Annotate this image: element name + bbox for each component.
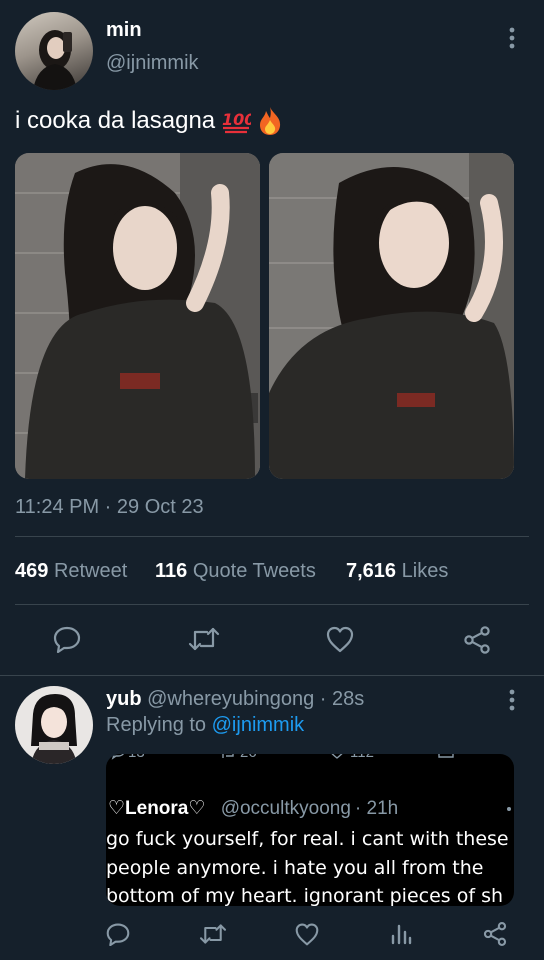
replying-to-handle[interactable]: @ijnimmik [212,714,305,736]
tweet-photo-1[interactable] [15,153,260,479]
reply-header: yub @whereyubingong · 28s [106,688,364,711]
embed-retweet-count: 26 [240,754,257,761]
quotes-stat[interactable]: 116 Quote Tweets [155,560,316,583]
replying-to-label: Replying to [106,714,207,736]
embed-dot-icon [507,807,511,811]
likes-count: 7,616 [346,560,397,582]
reply-action-share-icon[interactable] [481,920,509,948]
embed-like-icon [331,754,343,759]
likes-label: Likes [401,560,449,582]
reply-embedded-image[interactable]: 13 26 112 ♡Lenora♡ @occultkyoong· 21h go… [106,754,514,906]
embed-cutoff-row: 13 26 112 [106,754,514,766]
author-avatar[interactable] [15,12,93,90]
tweet-text: i cooka da lasagna 100 [15,106,283,136]
author-handle[interactable]: @ijnimmik [106,52,199,75]
share-icon[interactable] [460,624,494,656]
fire-emoji [257,106,283,136]
retweets-count: 469 [15,560,49,582]
reply-time: · 28s [319,688,365,710]
retweets-label: Retweet [53,560,128,582]
tweet-photo-2[interactable] [269,153,514,479]
divider [0,675,544,676]
reply-author-avatar[interactable] [15,686,93,764]
embed-reply-count: 13 [128,754,145,761]
tweet-text-body: i cooka da lasagna [15,107,216,134]
reply-author-name[interactable]: yub [106,688,142,710]
retweet-icon[interactable] [186,624,222,654]
svg-text:100: 100 [222,110,251,129]
embed-author-name: ♡Lenora♡ [108,798,206,819]
reply-action-like-icon[interactable] [293,920,321,948]
embed-time: · 21h [354,798,399,819]
tweet-timestamp[interactable]: 11:24 PM · 29 Oct 23 [15,496,204,519]
divider [15,604,529,605]
like-icon[interactable] [323,624,357,654]
reply-icon[interactable] [50,624,84,654]
retweets-stat[interactable]: 469 Retweet [15,560,127,583]
embed-header: ♡Lenora♡ @occultkyoong · 21h [108,797,398,820]
reply-action-retweet-icon[interactable] [197,920,229,948]
embed-author-handle: @occultkyoong [220,798,351,819]
author-name[interactable]: min [106,19,142,42]
embed-like-count: 112 [350,754,374,761]
embed-line-2: people anymore. i hate you all from the [106,857,484,879]
reply-action-reply-icon[interactable] [104,920,132,948]
embed-line-1: go fuck yourself, for real. i cant with … [106,828,509,850]
reply-author-handle[interactable]: @whereyubingong [147,688,314,710]
replying-to: Replying to @ijnimmik [106,714,304,737]
quotes-count: 116 [155,560,188,582]
hundred-points-emoji: 100 [221,108,251,134]
reply-more-vertical-icon[interactable] [500,686,524,714]
embed-retweet-icon [222,754,234,758]
quotes-label: Quote Tweets [192,560,316,582]
more-vertical-icon[interactable] [500,24,524,52]
embed-share-icon [438,754,454,758]
embed-line-3: bottom of my heart. ignorant pieces of s… [106,885,504,906]
embed-reply-icon [111,754,124,760]
divider [15,536,529,537]
likes-stat[interactable]: 7,616 Likes [346,560,448,583]
reply-action-analytics-icon[interactable] [388,920,414,948]
